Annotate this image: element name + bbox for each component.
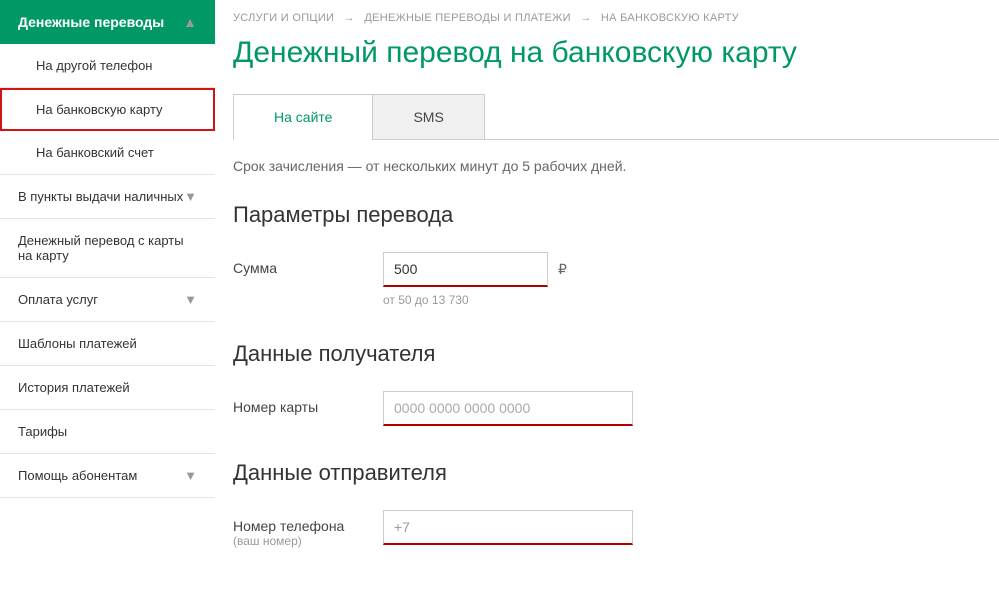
sidebar-item-label: Помощь абонентам — [18, 468, 137, 483]
sidebar-item-other-phone[interactable]: На другой телефон — [0, 44, 215, 88]
sidebar-item-label: Оплата услуг — [18, 292, 98, 307]
section-title-sender: Данные отправителя — [233, 460, 999, 486]
chevron-up-icon: ▲ — [183, 14, 197, 30]
sidebar-item-label: В пункты выдачи наличных — [18, 189, 183, 204]
sidebar-item-tariffs[interactable]: Тарифы — [0, 410, 215, 454]
breadcrumb-link-1[interactable]: УСЛУГИ И ОПЦИИ — [233, 12, 334, 24]
sidebar-item-label: Шаблоны платежей — [18, 336, 137, 351]
sidebar-item-pay-services[interactable]: Оплата услуг ▼ — [0, 278, 215, 322]
sidebar-header-money-transfers[interactable]: Денежные переводы ▲ — [0, 0, 215, 44]
sidebar-item-help[interactable]: Помощь абонентам ▼ — [0, 454, 215, 498]
amount-range-hint: от 50 до 13 730 — [383, 293, 567, 307]
tab-sms[interactable]: SMS — [372, 94, 484, 139]
phone-row: Номер телефона (ваш номер) — [233, 510, 999, 548]
card-number-input[interactable] — [383, 391, 633, 426]
breadcrumb: УСЛУГИ И ОПЦИИ → ДЕНЕЖНЫЕ ПЕРЕВОДЫ И ПЛА… — [233, 12, 999, 24]
credit-time-note: Срок зачисления — от нескольких минут до… — [233, 158, 999, 174]
section-title-params: Параметры перевода — [233, 202, 999, 228]
sidebar-header-label: Денежные переводы — [18, 14, 164, 30]
sidebar-item-bank-account[interactable]: На банковский счет — [0, 131, 215, 175]
phone-label: Номер телефона (ваш номер) — [233, 510, 383, 548]
sidebar-item-history[interactable]: История платежей — [0, 366, 215, 410]
chevron-down-icon: ▼ — [184, 292, 197, 307]
breadcrumb-current: НА БАНКОВСКУЮ КАРТУ — [601, 12, 739, 24]
sidebar-item-label: На другой телефон — [36, 58, 153, 73]
sidebar-item-label: На банковскую карту — [36, 102, 163, 117]
tabs: На сайте SMS — [233, 94, 999, 140]
main-content: УСЛУГИ И ОПЦИИ → ДЕНЕЖНЫЕ ПЕРЕВОДЫ И ПЛА… — [215, 0, 999, 566]
sidebar-item-label: История платежей — [18, 380, 130, 395]
page-title: Денежный перевод на банковскую карту — [233, 36, 999, 70]
breadcrumb-link-2[interactable]: ДЕНЕЖНЫЕ ПЕРЕВОДЫ И ПЛАТЕЖИ — [364, 12, 571, 24]
sidebar: Денежные переводы ▲ На другой телефон На… — [0, 0, 215, 566]
phone-input[interactable] — [383, 510, 633, 545]
sidebar-item-templates[interactable]: Шаблоны платежей — [0, 322, 215, 366]
phone-label-hint: (ваш номер) — [233, 534, 383, 548]
card-label: Номер карты — [233, 391, 383, 415]
amount-label: Сумма — [233, 252, 383, 276]
arrow-right-icon: → — [344, 12, 355, 24]
amount-row: Сумма ₽ от 50 до 13 730 — [233, 252, 999, 307]
sidebar-item-label: Тарифы — [18, 424, 67, 439]
sidebar-item-card-to-card[interactable]: Денежный перевод с карты на карту — [0, 219, 215, 278]
currency-symbol: ₽ — [558, 261, 567, 278]
section-title-recipient: Данные получателя — [233, 341, 999, 367]
amount-input[interactable] — [383, 252, 548, 287]
chevron-down-icon: ▼ — [184, 189, 197, 204]
sidebar-item-bank-card[interactable]: На банковскую карту — [0, 88, 215, 131]
tab-label: На сайте — [274, 109, 332, 125]
arrow-right-icon: → — [580, 12, 591, 24]
sidebar-item-cash-points[interactable]: В пункты выдачи наличных ▼ — [0, 175, 215, 219]
sidebar-item-label: Денежный перевод с карты на карту — [18, 233, 197, 263]
tab-on-site[interactable]: На сайте — [233, 94, 373, 139]
card-row: Номер карты — [233, 391, 999, 426]
sidebar-item-label: На банковский счет — [36, 145, 154, 160]
chevron-down-icon: ▼ — [184, 468, 197, 483]
tab-label: SMS — [413, 109, 443, 125]
